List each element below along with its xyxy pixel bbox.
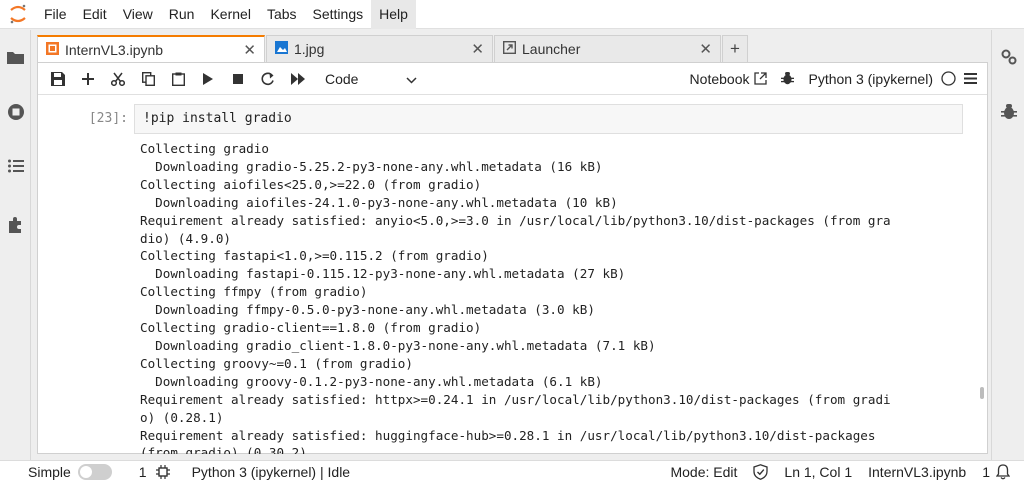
restart-run-all-button[interactable] [283, 64, 313, 94]
output-line: (from gradio) (0.30.2) [140, 445, 307, 454]
copy-button[interactable] [133, 64, 163, 94]
cell-type-select[interactable]: Code [325, 71, 417, 87]
cell-type-value: Code [325, 70, 359, 87]
save-button[interactable] [43, 64, 73, 94]
output-line: Downloading aiofiles-24.1.0-py3-none-any… [140, 194, 618, 210]
simple-mode-toggle[interactable] [77, 463, 112, 480]
cursor-position[interactable]: Ln 1, Col 1 [784, 464, 852, 480]
output-line: Collecting aiofiles<25.0,>=22.0 (from gr… [140, 176, 482, 192]
toolbar-right: Notebook Python 3 (ipykernel) [682, 71, 987, 87]
menu-tabs[interactable]: Tabs [259, 0, 305, 29]
debugger-icon[interactable] [992, 97, 1024, 127]
tab-label: 1.jpg [294, 41, 325, 57]
extensions-icon[interactable] [0, 209, 31, 239]
output-line: Collecting gradio-client==1.8.0 (from gr… [140, 320, 482, 336]
output-line: Downloading ffmpy-0.5.0-py3-none-any.whl… [140, 302, 595, 318]
output-line: Downloading fastapi-0.115.12-py3-none-an… [140, 266, 626, 282]
notebook-panel: Code Notebook Python 3 (ipykernel) [23]:… [37, 62, 988, 454]
run-button[interactable] [193, 64, 223, 94]
external-link-icon [754, 72, 768, 85]
output-line: Requirement already satisfied: huggingfa… [140, 427, 876, 443]
notebook-icon [46, 41, 59, 58]
output-line: Collecting ffmpy (from gradio) [140, 284, 368, 300]
tab-internvl3-notebook[interactable]: InternVL3.ipynb ✕ [37, 35, 265, 62]
menu-file[interactable]: File [36, 0, 75, 29]
menu-edit[interactable]: Edit [75, 0, 115, 29]
table-of-contents-icon[interactable] [0, 151, 31, 181]
shield-check-icon [753, 463, 769, 480]
add-tab-button[interactable]: + [722, 35, 748, 62]
code-cell-input[interactable]: !pip install gradio [134, 104, 963, 134]
statusbar-right: Mode: Edit Ln 1, Col 1 InternVL3.ipynb 1 [654, 464, 1024, 480]
cut-button[interactable] [103, 64, 133, 94]
debugger-toggle-icon[interactable] [781, 71, 795, 86]
kernel-status-text[interactable]: Python 3 (ipykernel) | Idle [192, 464, 351, 480]
output-line: Downloading gradio_client-1.8.0-py3-none… [140, 337, 656, 353]
menu-settings[interactable]: Settings [305, 0, 372, 29]
current-filename: InternVL3.ipynb [868, 463, 967, 480]
kernel-chip-icon [155, 464, 170, 479]
execution-count-prompt: [23]: [88, 111, 128, 126]
restart-kernel-button[interactable] [253, 64, 283, 94]
output-line: Collecting fastapi<1.0,>=0.115.2 (from g… [140, 248, 489, 264]
menu-run[interactable]: Run [161, 0, 203, 29]
output-line: Collecting groovy~=0.1 (from gradio) [140, 355, 413, 371]
simple-mode-label: Simple [28, 463, 71, 480]
notebook-toolbar: Code Notebook Python 3 (ipykernel) [38, 63, 987, 95]
right-sidebar [991, 30, 1024, 460]
property-inspector-icon[interactable] [992, 42, 1024, 72]
output-line: dio) (4.9.0) [140, 230, 231, 246]
tab-label: InternVL3.ipynb [65, 41, 164, 58]
output-line: Collecting gradio [140, 141, 269, 156]
running-sessions-icon[interactable] [0, 97, 31, 127]
kernel-name-button[interactable]: Python 3 (ipykernel) [808, 71, 933, 87]
output-line: o) (0.28.1) [140, 409, 224, 425]
output-line: Downloading gradio-5.25.2-py3-none-any.w… [140, 158, 603, 174]
menu-icon[interactable] [964, 73, 977, 84]
tab-1-jpg[interactable]: 1.jpg ✕ [266, 35, 493, 62]
menu-kernel[interactable]: Kernel [202, 0, 258, 29]
statusbar: Simple 1 Python 3 (ipykernel) | Idle Mod… [0, 460, 1024, 482]
output-line: Requirement already satisfied: anyio<5.0… [140, 212, 891, 228]
editor-mode: Mode: Edit [670, 463, 738, 480]
bell-icon[interactable] [996, 463, 1010, 480]
menu-help[interactable]: Help [371, 0, 416, 29]
output-scrollbar[interactable] [980, 387, 984, 399]
close-tab-icon[interactable]: ✕ [243, 41, 256, 59]
jupyter-logo-icon [0, 0, 36, 29]
close-tab-icon[interactable]: ✕ [471, 40, 484, 58]
kernel-status-icon [941, 71, 956, 86]
output-line: Downloading groovy-0.1.2-py3-none-any.wh… [140, 373, 603, 389]
image-file-icon [275, 41, 288, 57]
paste-button[interactable] [163, 64, 193, 94]
menubar: File Edit View Run Kernel Tabs Settings … [0, 0, 1024, 29]
close-tab-icon[interactable]: ✕ [699, 40, 712, 58]
interrupt-kernel-button[interactable] [223, 64, 253, 94]
output-line: Requirement already satisfied: httpx>=0.… [140, 391, 891, 407]
open-notebook-link[interactable]: Notebook [690, 71, 768, 87]
folder-icon[interactable] [0, 42, 31, 72]
cell-output: Collecting gradio Downloading gradio-5.2… [140, 140, 970, 454]
terminal-count[interactable]: 1 [139, 464, 147, 480]
tab-launcher[interactable]: Launcher ✕ [494, 35, 721, 62]
menu-view[interactable]: View [115, 0, 161, 29]
left-sidebar [0, 30, 31, 460]
notification-count[interactable]: 1 [982, 464, 990, 480]
notebook-label: Notebook [689, 70, 750, 87]
document-tabbar: InternVL3.ipynb ✕ 1.jpg ✕ Launcher ✕ + [37, 35, 988, 62]
launcher-icon [502, 40, 517, 57]
chevron-down-icon [406, 71, 417, 87]
tab-label: Launcher [522, 41, 581, 57]
insert-cell-button[interactable] [73, 64, 103, 94]
